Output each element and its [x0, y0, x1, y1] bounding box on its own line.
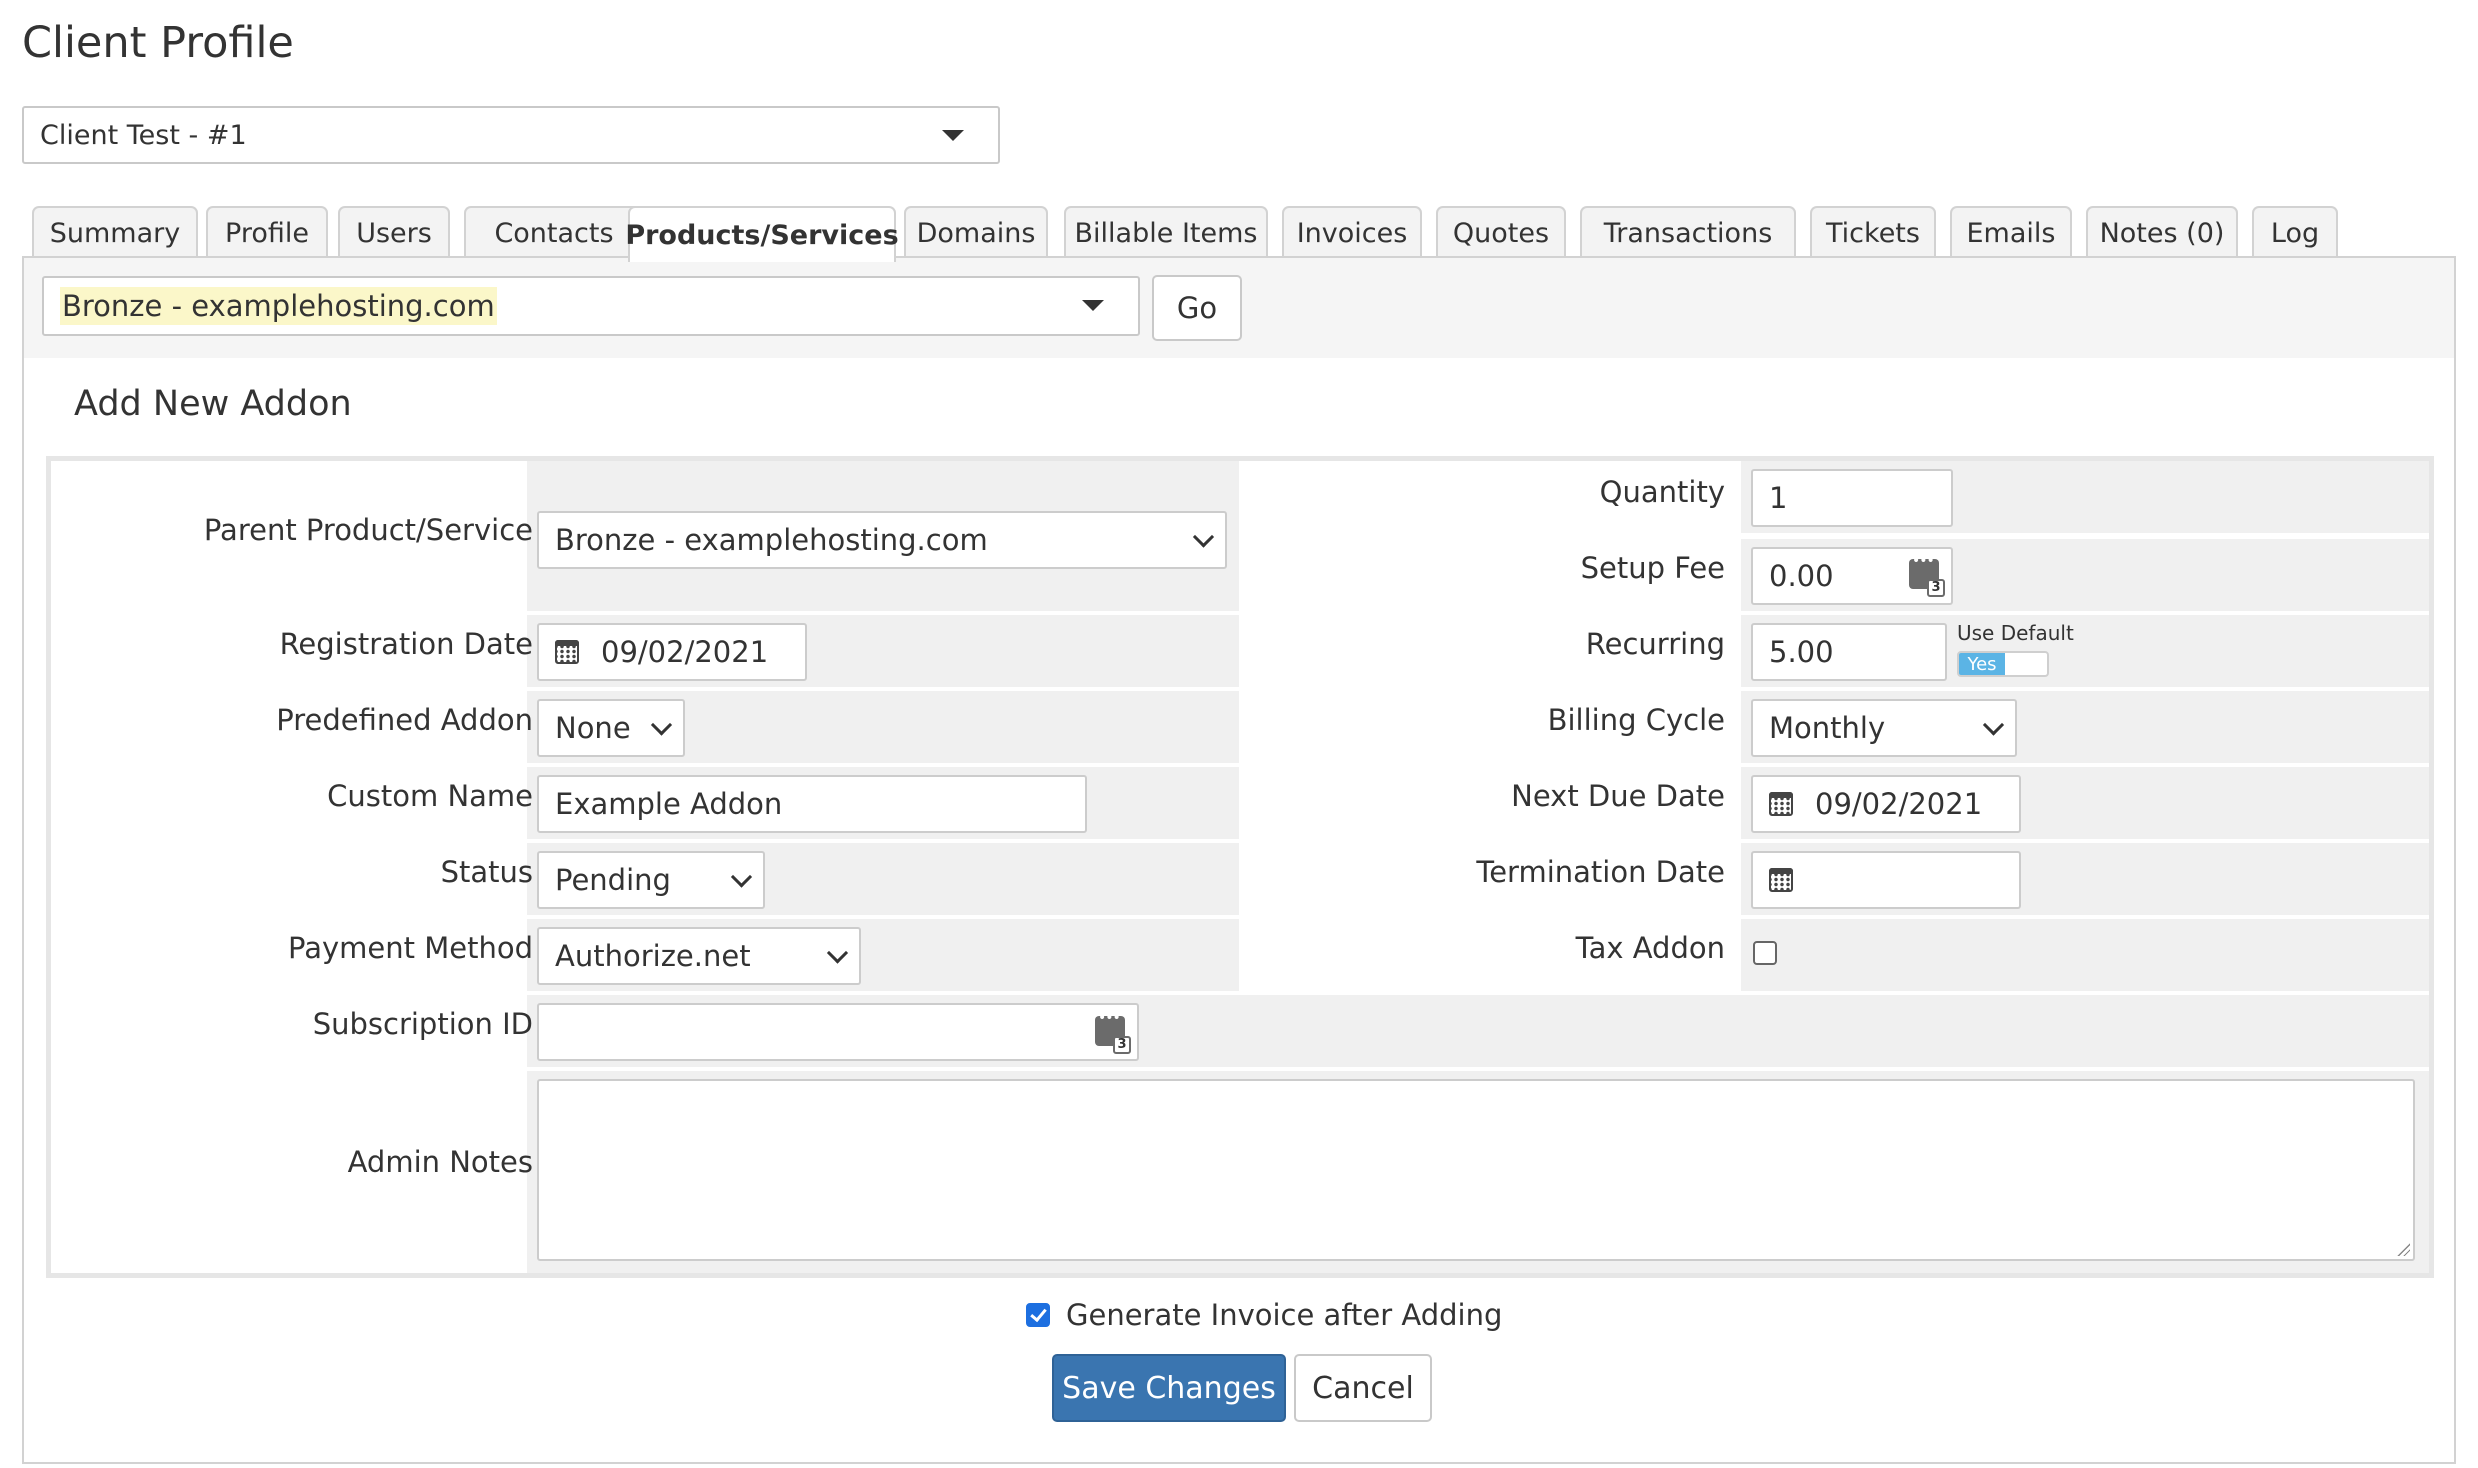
- subscription-id-input[interactable]: 3: [537, 1003, 1139, 1061]
- tab-log[interactable]: Log: [2252, 206, 2338, 258]
- add-addon-form: Parent Product/Service Bronze - exampleh…: [46, 456, 2434, 1278]
- subscription-id-label: Subscription ID: [312, 1007, 533, 1041]
- product-selector-bar: Bronze - examplehosting.com Go: [24, 258, 2454, 358]
- admin-notes-label: Admin Notes: [347, 1145, 533, 1179]
- go-button[interactable]: Go: [1152, 275, 1242, 341]
- section-title: Add New Addon: [74, 384, 352, 424]
- termination-date-input[interactable]: [1751, 851, 2021, 909]
- chevron-down-icon: [1982, 714, 2005, 736]
- chevron-down-icon: [826, 942, 849, 964]
- status-select[interactable]: Pending: [537, 851, 765, 909]
- quantity-label: Quantity: [1599, 475, 1725, 509]
- tab-transactions[interactable]: Transactions: [1580, 206, 1796, 258]
- parent-product-label: Parent Product/Service: [203, 513, 533, 547]
- cancel-button[interactable]: Cancel: [1294, 1354, 1432, 1422]
- admin-notes-textarea[interactable]: [537, 1079, 2415, 1261]
- tab-products-services[interactable]: Products/Services: [625, 206, 899, 262]
- tab-contacts[interactable]: Contacts: [464, 206, 644, 258]
- billing-cycle-label: Billing Cycle: [1547, 703, 1725, 737]
- chevron-down-icon: [730, 866, 753, 888]
- tax-addon-checkbox[interactable]: [1753, 941, 1777, 965]
- setup-fee-label: Setup Fee: [1580, 551, 1725, 585]
- registration-date-label: Registration Date: [279, 627, 533, 661]
- calendar-icon[interactable]: [1769, 868, 1793, 892]
- tab-notes[interactable]: Notes (0): [2086, 206, 2238, 258]
- predefined-addon-label: Predefined Addon: [276, 703, 533, 737]
- tab-users[interactable]: Users: [338, 206, 450, 258]
- field-bg: [1741, 919, 2429, 991]
- generate-invoice-checkbox[interactable]: [1026, 1303, 1050, 1327]
- client-selector-value: Client Test - #1: [40, 119, 247, 151]
- use-default-label: Use Default: [1957, 621, 2074, 645]
- tab-invoices[interactable]: Invoices: [1282, 206, 1422, 258]
- setup-fee-input[interactable]: 0.00 3: [1751, 547, 1953, 605]
- tab-billable-items[interactable]: Billable Items: [1064, 206, 1268, 258]
- product-selector-value: Bronze - examplehosting.com: [60, 287, 497, 325]
- tab-tickets[interactable]: Tickets: [1810, 206, 1936, 258]
- page-title: Client Profile: [22, 18, 294, 68]
- use-default-toggle[interactable]: Yes: [1957, 651, 2049, 677]
- next-due-date-input[interactable]: 09/02/2021: [1751, 775, 2021, 833]
- tax-addon-label: Tax Addon: [1575, 931, 1725, 965]
- client-selector[interactable]: Client Test - #1: [22, 106, 1000, 164]
- tab-domains[interactable]: Domains: [904, 206, 1048, 258]
- toggle-on-label: Yes: [1959, 653, 2005, 675]
- client-profile-page: Client Profile Client Test - #1 Summary …: [0, 0, 2478, 1468]
- tab-quotes[interactable]: Quotes: [1436, 206, 1566, 258]
- custom-name-input[interactable]: Example Addon: [537, 775, 1087, 833]
- custom-name-label: Custom Name: [327, 779, 533, 813]
- tab-profile[interactable]: Profile: [206, 206, 328, 258]
- calendar-icon[interactable]: [555, 640, 579, 664]
- tab-emails[interactable]: Emails: [1950, 206, 2072, 258]
- parent-product-select[interactable]: Bronze - examplehosting.com: [537, 511, 1227, 569]
- generate-invoice-label: Generate Invoice after Adding: [1066, 1298, 1503, 1332]
- caret-down-icon: [942, 130, 964, 141]
- calendar-icon[interactable]: [1769, 792, 1793, 816]
- tab-summary[interactable]: Summary: [32, 206, 198, 258]
- save-changes-button[interactable]: Save Changes: [1052, 1354, 1286, 1422]
- payment-method-label: Payment Method: [288, 931, 533, 965]
- predefined-addon-select[interactable]: None: [537, 699, 685, 757]
- termination-date-label: Termination Date: [1476, 855, 1725, 889]
- password-generator-icon[interactable]: 3: [1095, 1010, 1131, 1054]
- product-selector[interactable]: Bronze - examplehosting.com: [42, 276, 1140, 336]
- payment-method-select[interactable]: Authorize.net: [537, 927, 861, 985]
- recurring-label: Recurring: [1585, 627, 1725, 661]
- generate-invoice-option: Generate Invoice after Adding: [1026, 1298, 1502, 1332]
- quantity-input[interactable]: 1: [1751, 469, 1953, 527]
- chevron-down-icon: [650, 714, 673, 736]
- password-generator-icon[interactable]: 3: [1909, 553, 1945, 597]
- chevron-down-icon: [1192, 526, 1215, 548]
- registration-date-input[interactable]: 09/02/2021: [537, 623, 807, 681]
- recurring-input[interactable]: 5.00: [1751, 623, 1947, 681]
- caret-down-icon: [1082, 300, 1104, 311]
- next-due-date-label: Next Due Date: [1511, 779, 1725, 813]
- billing-cycle-select[interactable]: Monthly: [1751, 699, 2017, 757]
- status-label: Status: [440, 855, 533, 889]
- resize-grip-icon[interactable]: [2396, 1242, 2410, 1256]
- products-services-panel: Bronze - examplehosting.com Go Add New A…: [22, 256, 2456, 1464]
